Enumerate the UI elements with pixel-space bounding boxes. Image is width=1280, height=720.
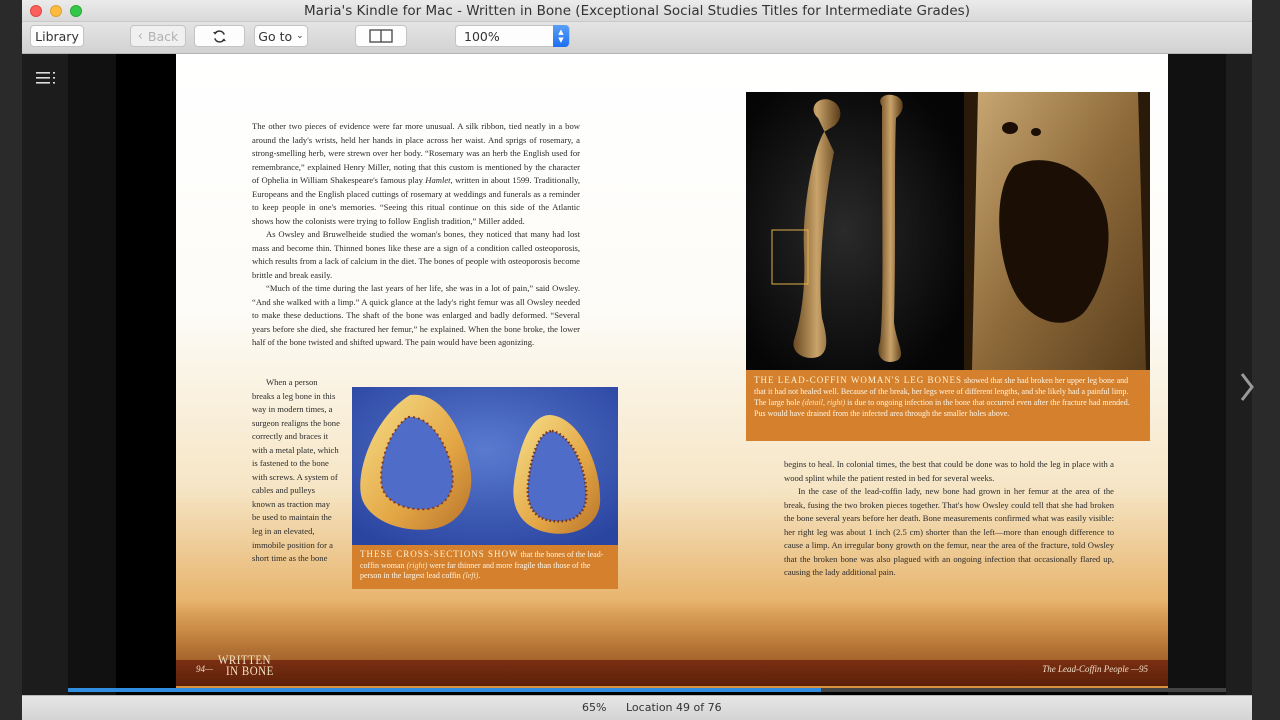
goto-menu-button[interactable]: Go to ⌄ (254, 25, 308, 47)
page-layout-button[interactable] (355, 25, 407, 47)
italic-title: Hamlet (425, 175, 451, 185)
zoom-select[interactable]: 100% ▲ ▼ (455, 25, 570, 47)
paragraph: The other two pieces of evidence were fa… (252, 120, 580, 228)
desert-decoration (672, 600, 1168, 660)
left-sidebar (22, 54, 68, 695)
goto-label: Go to (258, 28, 293, 44)
written-in-bone-logo: WRITTEN IN BONE (218, 654, 274, 679)
up-down-arrows-icon: ▲ ▼ (553, 25, 569, 47)
library-button[interactable]: Library (30, 25, 84, 47)
next-page-arrow-icon[interactable] (1240, 372, 1254, 402)
leg-bones-photo (746, 92, 1150, 370)
reading-progress-bar[interactable] (68, 688, 1226, 692)
paragraph: In the case of the lead-coffin lady, new… (784, 486, 1114, 577)
desert-decoration (176, 600, 672, 660)
status-bar: 65% Location 49 of 76 (22, 695, 1252, 720)
back-button[interactable]: ‹ Back (130, 25, 186, 47)
chevron-down-icon: ⌄ (296, 31, 304, 41)
page-number-right: The Lead-Coffin People —95 (1042, 664, 1148, 674)
right-page-body: begins to heal. In colonial times, the b… (784, 458, 1114, 580)
text-run: (right) (406, 560, 428, 570)
percent-read: 65% (582, 701, 607, 714)
text-run: (left) (462, 571, 479, 580)
caption-lead: These cross-sections show (360, 549, 519, 559)
cross-section-caption: These cross-sections show that the bones… (352, 545, 618, 589)
logo-line: IN BONE (226, 664, 274, 679)
reader-area: The other two pieces of evidence were fa… (22, 54, 1254, 695)
two-column-icon (369, 29, 393, 43)
text-run: (detail, right) (802, 398, 846, 407)
table-of-contents-icon[interactable] (36, 70, 56, 86)
toolbar: Library ‹ Back Go to ⌄ 100% ▲ ▼ (22, 22, 1252, 54)
paragraph: begins to heal. In colonial times, the b… (784, 459, 1114, 483)
window-title: Maria's Kindle for Mac - Written in Bone… (304, 3, 970, 19)
chevron-left-icon: ‹ (137, 28, 143, 44)
back-label: Back (147, 28, 179, 44)
left-page-body: The other two pieces of evidence were fa… (252, 120, 580, 350)
page-footer-band: The Lead-Coffin People —95 (672, 660, 1168, 686)
text-run: . (478, 571, 481, 580)
location-indicator: Location 49 of 76 (626, 701, 722, 714)
title-bar: Maria's Kindle for Mac - Written in Bone… (22, 0, 1252, 22)
caption-lead: The lead-coffin woman's leg bones (754, 375, 962, 385)
bone-cross-section-photo (352, 387, 618, 545)
page-number-left: 94— (196, 664, 214, 674)
book-page-left[interactable]: The other two pieces of evidence were fa… (176, 54, 672, 690)
page-footer-band: 94— WRITTEN IN BONE (176, 654, 672, 686)
zoom-value: 100% (464, 28, 500, 44)
reading-progress-fill (68, 688, 821, 692)
wrapped-paragraph: When a person breaks a leg bone in this … (252, 376, 340, 566)
paragraph: “Much of the time during the last years … (252, 283, 580, 347)
sync-button[interactable] (194, 25, 245, 47)
paragraph: As Owsley and Bruwelheide studied the wo… (252, 229, 580, 280)
paragraph: When a person breaks a leg bone in this … (252, 377, 340, 564)
leg-bones-caption: The lead-coffin woman's leg bones showed… (746, 370, 1150, 441)
sync-icon (212, 29, 227, 43)
book-page-right[interactable]: The lead-coffin woman's leg bones showed… (672, 54, 1168, 690)
